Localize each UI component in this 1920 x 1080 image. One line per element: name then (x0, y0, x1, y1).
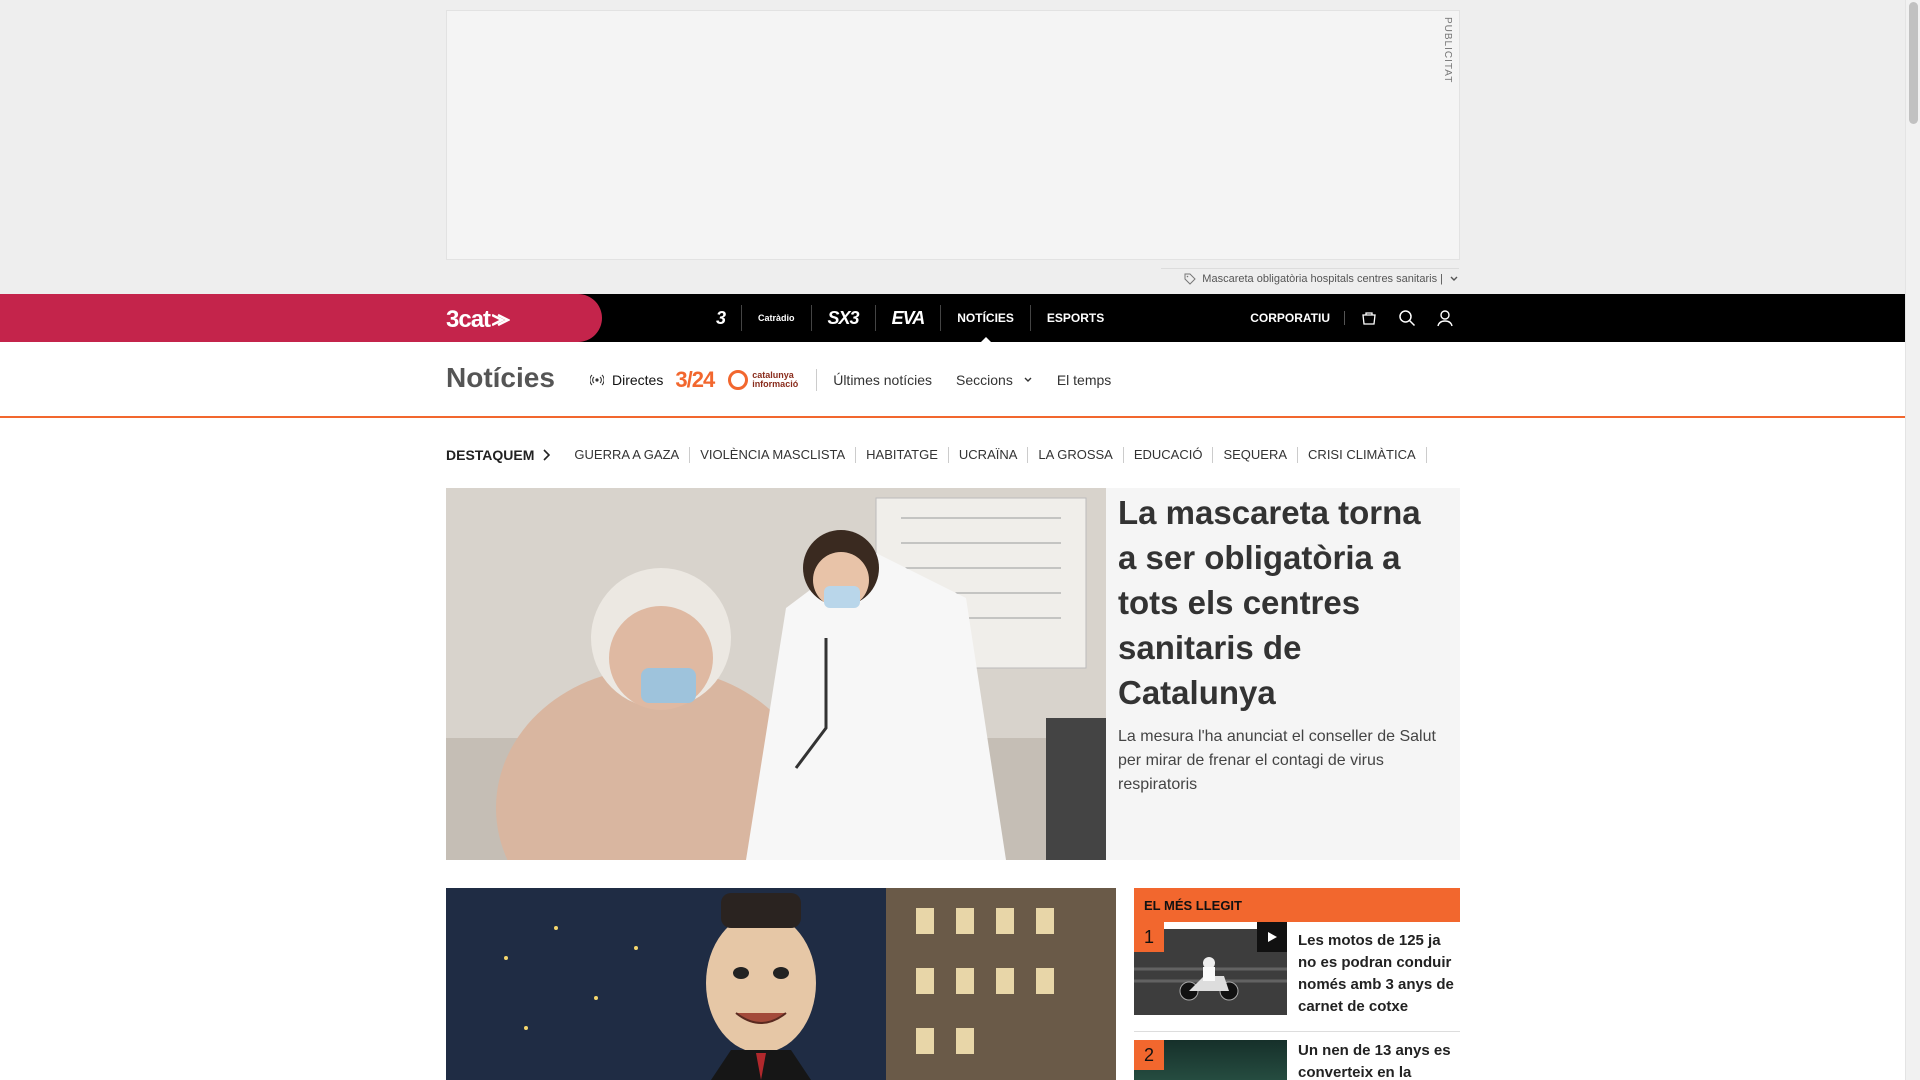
latest-news-link[interactable]: Últimes notícies (833, 372, 932, 388)
tag-icon (1184, 273, 1197, 285)
most-read-item[interactable]: 2 Un nen de 13 anys es converteix en la (1134, 1040, 1460, 1080)
3cat-logo[interactable]: 3cat (446, 306, 511, 334)
most-read-panel: EL MÉS LLEGIT 1 Les motos de 125 ja no e… (1134, 888, 1460, 1080)
rank-badge: 1 (1134, 922, 1164, 952)
channel-esports[interactable]: ESPORTS (1031, 305, 1120, 331)
highlight-tag-grossa[interactable]: LA GROSSA (1028, 447, 1124, 463)
section-title[interactable]: Notícies (446, 362, 555, 394)
hero-article[interactable]: La mascareta torna a ser obligatòria a t… (446, 488, 1460, 860)
channel-noticies[interactable]: NOTÍCIES (941, 305, 1031, 343)
scrollbar-thumb[interactable] (1909, 2, 1918, 124)
most-read-title[interactable]: Les motos de 125 ja no es podran conduir… (1298, 930, 1458, 1018)
top-nav-actions: CORPORATIU (1250, 294, 1459, 342)
ad-label: PUBLICITAT (1442, 17, 1453, 84)
highlight-tag-gaza[interactable]: GUERRA A GAZA (564, 447, 691, 463)
page-scrollbar[interactable] (1905, 0, 1920, 1080)
corporate-link[interactable]: CORPORATIU (1250, 311, 1345, 325)
trending-topic[interactable]: Mascareta obligatòria hospitals centres … (1161, 268, 1459, 288)
highlights-label[interactable]: DESTAQUEM (446, 447, 551, 463)
highlight-tag-sequera[interactable]: SEQUERA (1213, 447, 1299, 463)
catinfo-mark-icon (728, 370, 749, 390)
hero-text: La mascareta torna a ser obligatòria a t… (1118, 488, 1448, 797)
sections-label: Seccions (956, 372, 1013, 388)
channel-bar: 3 Catràdio SX3 EVA NOTÍCIES ESPORTS (700, 294, 1120, 343)
logo-arrow-icon (492, 313, 511, 327)
logo-text: 3cat (446, 306, 491, 333)
highlights-bar: DESTAQUEM GUERRA A GAZA VIOLÈNCIA MASCLI… (446, 444, 1427, 466)
chevron-right-icon (543, 449, 551, 461)
channel-eva[interactable]: EVA (876, 305, 942, 331)
channel-tv3[interactable]: 3 (700, 305, 743, 331)
hero-image[interactable] (446, 488, 1106, 860)
rank-badge: 2 (1134, 1040, 1164, 1070)
secondary-illustration (446, 888, 1116, 1080)
trending-topic-text: Mascareta obligatòria hospitals centres … (1202, 272, 1443, 285)
sections-dropdown[interactable]: Seccions (956, 372, 1033, 388)
brand-band (0, 294, 602, 342)
hero-summary: La mesura l'ha anunciat el conseller de … (1118, 728, 1436, 793)
play-icon[interactable] (1257, 922, 1287, 952)
top-navigation: 3cat 3 Catràdio SX3 EVA NOTÍCIES ESPORTS… (0, 294, 1905, 343)
live-link[interactable]: Directes (590, 372, 663, 388)
broadcast-icon (590, 374, 604, 386)
user-icon[interactable] (1431, 304, 1459, 332)
section-navigation: Notícies Directes 3/24 catalunya informac… (0, 342, 1905, 418)
ad-banner[interactable]: PUBLICITAT (446, 10, 1460, 260)
ad-zone: PUBLICITAT Mascareta obligatòria hospita… (0, 0, 1905, 294)
live-label: Directes (612, 372, 664, 388)
divider (816, 369, 818, 391)
channel-sx3[interactable]: SX3 (812, 305, 876, 331)
highlight-tag-ucraina[interactable]: UCRAÏNA (949, 447, 1029, 463)
highlight-tag-violencia[interactable]: VIOLÈNCIA MASCLISTA (690, 447, 857, 463)
most-read-title[interactable]: Un nen de 13 anys es converteix en la (1298, 1040, 1458, 1080)
shop-icon[interactable] (1355, 304, 1383, 332)
page: PUBLICITAT Mascareta obligatòria hospita… (0, 0, 1905, 1080)
most-read-header: EL MÉS LLEGIT (1134, 888, 1460, 922)
highlight-tag-clima[interactable]: CRISI CLIMÀTICA (1298, 447, 1427, 463)
highlight-tag-educacio[interactable]: EDUCACIÓ (1124, 447, 1214, 463)
catalunya-informacio-logo[interactable]: catalunya informació (728, 370, 798, 390)
hero-headline[interactable]: La mascareta torna a ser obligatòria a t… (1118, 490, 1448, 715)
search-icon[interactable] (1393, 304, 1421, 332)
weather-link[interactable]: El temps (1057, 372, 1111, 388)
324-logo[interactable]: 3/24 (675, 367, 715, 393)
highlight-tag-habitatge[interactable]: HABITATGE (856, 447, 949, 463)
secondary-article-image[interactable] (446, 888, 1116, 1080)
section-links: Directes 3/24 catalunya informació Últime… (590, 364, 1135, 396)
channel-catradio[interactable]: Catràdio (742, 305, 812, 331)
most-read-item[interactable]: 1 Les motos de 125 ja no es podran condu… (1134, 922, 1460, 1032)
chevron-down-icon (1024, 377, 1032, 382)
chevron-down-icon[interactable] (1449, 274, 1459, 284)
hero-illustration (446, 488, 1106, 860)
